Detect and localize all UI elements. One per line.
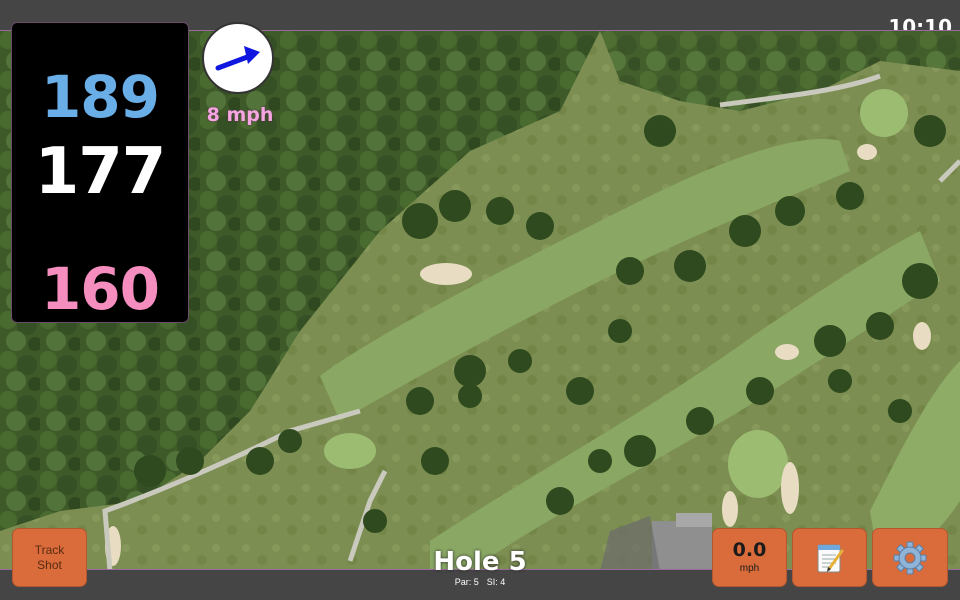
hole-title: Hole 5 — [433, 547, 527, 577]
track-shot-button[interactable]: Track Shot — [12, 528, 87, 587]
settings-button[interactable] — [872, 528, 948, 587]
middle-distance: 177 — [34, 135, 167, 209]
hole-par: Par: 5 — [454, 577, 479, 587]
speed-unit: mph — [739, 563, 760, 574]
hole-info: Par: 5 SI: 4 — [380, 577, 580, 587]
back-distance: 189 — [40, 63, 160, 131]
hole-si: SI: 4 — [486, 577, 506, 587]
front-distance: 160 — [40, 255, 160, 323]
track-shot-label-line2: Shot — [37, 557, 62, 572]
speed-value: 0.0 — [732, 539, 767, 561]
wind-indicator — [202, 22, 274, 94]
distance-panel: 189 177 160 — [11, 22, 189, 323]
speed-button[interactable]: 0.0 mph — [712, 528, 787, 587]
gear-icon — [893, 541, 927, 574]
notepad-icon — [817, 544, 843, 572]
wind-direction-arrow-icon — [215, 46, 260, 71]
wind-speed: 8 mph — [206, 104, 274, 126]
notes-button[interactable] — [792, 528, 867, 587]
track-shot-label-line1: Track — [34, 542, 65, 557]
